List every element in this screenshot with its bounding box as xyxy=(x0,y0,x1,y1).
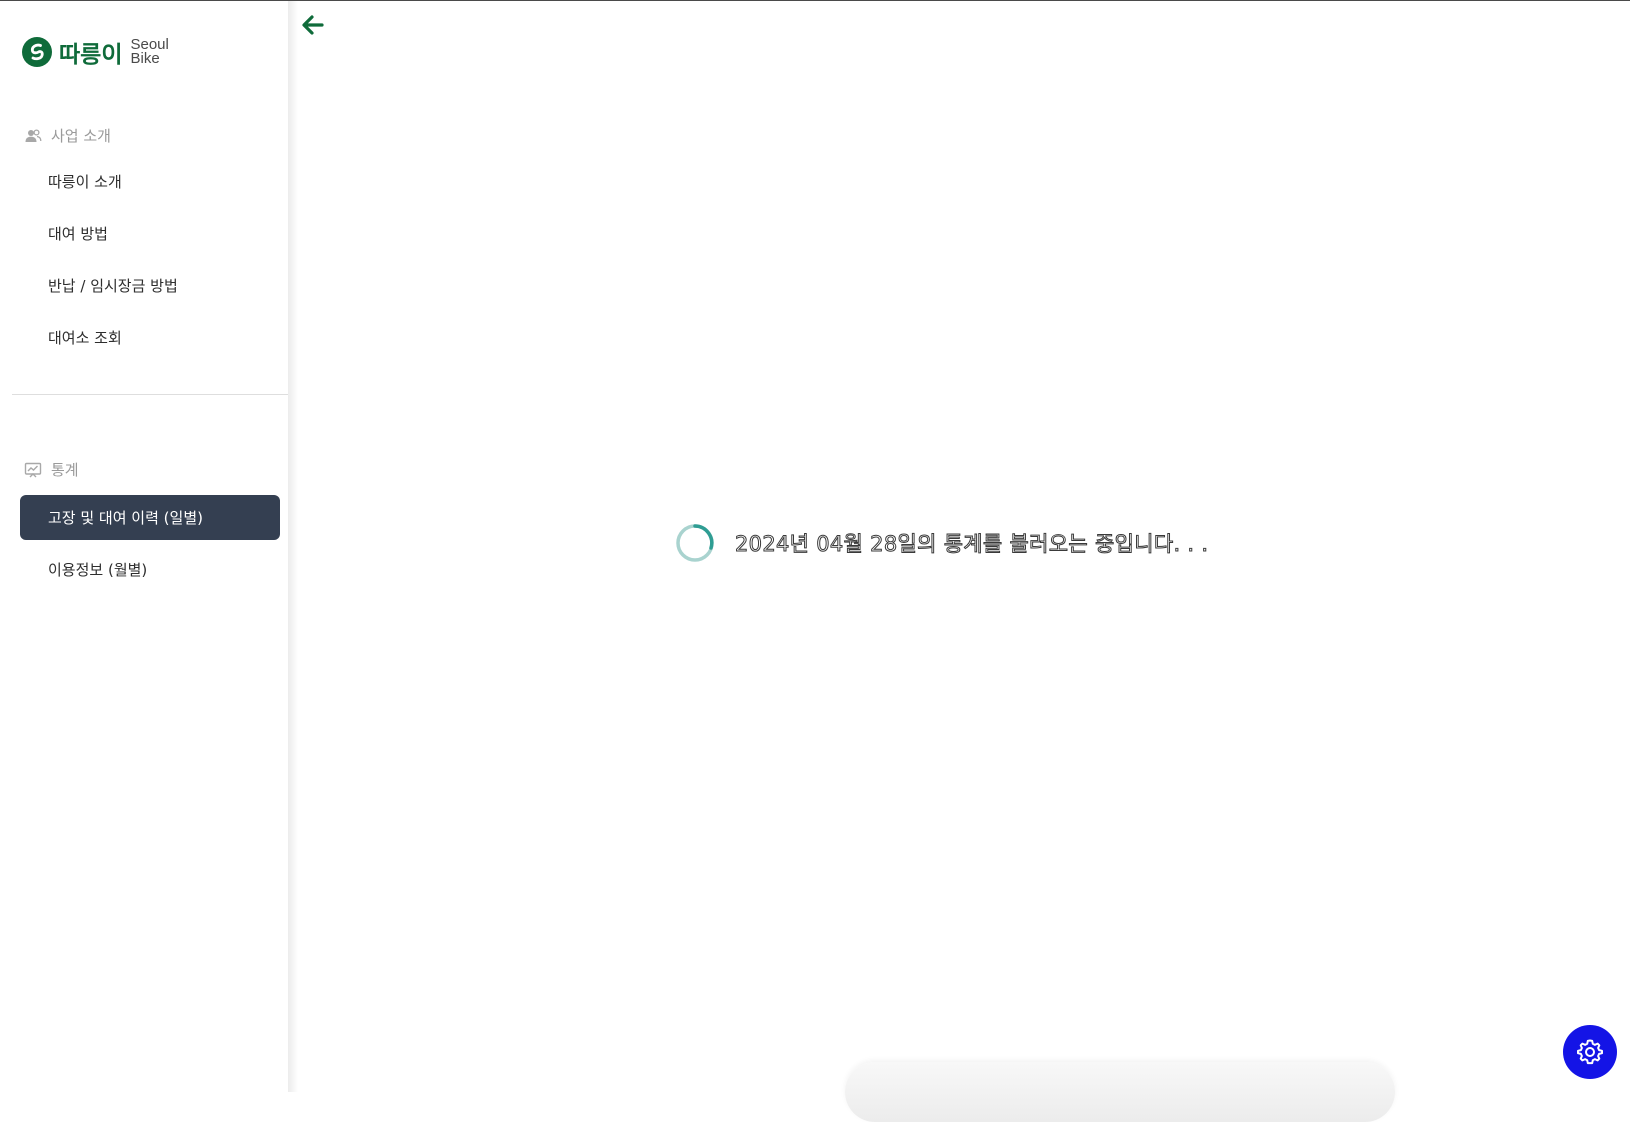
sidebar-divider xyxy=(12,394,288,395)
section-header-statistics: 통계 xyxy=(24,459,79,480)
sidebar-item-label: 이용정보 (월별) xyxy=(48,561,148,579)
sidebar-item-return-method[interactable]: 반납 / 임시장금 방법 xyxy=(20,263,280,308)
sidebar-item-about-ttareungyi[interactable]: 따릉이 소개 xyxy=(20,159,280,204)
section-header-label: 통계 xyxy=(51,461,79,479)
spinner-icon xyxy=(676,524,714,562)
sidebar-item-monthly-usage[interactable]: 이용정보 (월별) xyxy=(20,547,280,592)
sidebar-item-daily-history[interactable]: 고장 및 대여 이력 (일별) xyxy=(20,495,280,540)
sidebar-item-label: 대여 방법 xyxy=(48,225,108,243)
logo-english-text: Seoul Bike xyxy=(130,37,168,67)
sidebar: 따릉이 Seoul Bike 사업 소개 따릉이 소개 대여 방법 반납 / 임… xyxy=(0,1,288,1092)
sidebar-item-label: 고장 및 대여 이력 (일별) xyxy=(48,509,203,527)
loading-message: 2024년 04월 28일의 통계를 불러오는 중입니다. . . xyxy=(734,532,1209,557)
section-header-label: 사업 소개 xyxy=(51,127,111,145)
sidebar-item-label: 따릉이 소개 xyxy=(48,173,122,191)
section-header-business: 사업 소개 xyxy=(24,125,111,146)
settings-button[interactable] xyxy=(1563,1025,1617,1079)
sidebar-item-label: 반납 / 임시장금 방법 xyxy=(48,277,178,295)
bottom-floating-bar xyxy=(845,1062,1395,1122)
logo[interactable]: 따릉이 Seoul Bike xyxy=(22,35,169,69)
sidebar-item-rental-method[interactable]: 대여 방법 xyxy=(20,211,280,256)
collapse-sidebar-button[interactable] xyxy=(300,12,326,38)
sidebar-item-station-lookup[interactable]: 대여소 조회 xyxy=(20,315,280,360)
gear-icon xyxy=(1577,1039,1603,1065)
loading-indicator: 2024년 04월 28일의 통계를 불러오는 중입니다. . . xyxy=(675,523,1209,563)
arrow-left-icon xyxy=(302,15,324,35)
chart-board-icon xyxy=(24,461,42,479)
logo-english-line2: Bike xyxy=(130,50,160,67)
sidebar-edge-shadow xyxy=(288,1,298,1092)
sidebar-item-label: 대여소 조회 xyxy=(48,329,122,347)
people-icon xyxy=(24,127,42,145)
bike-logo-icon xyxy=(22,37,52,67)
logo-korean-text: 따릉이 xyxy=(59,42,123,68)
